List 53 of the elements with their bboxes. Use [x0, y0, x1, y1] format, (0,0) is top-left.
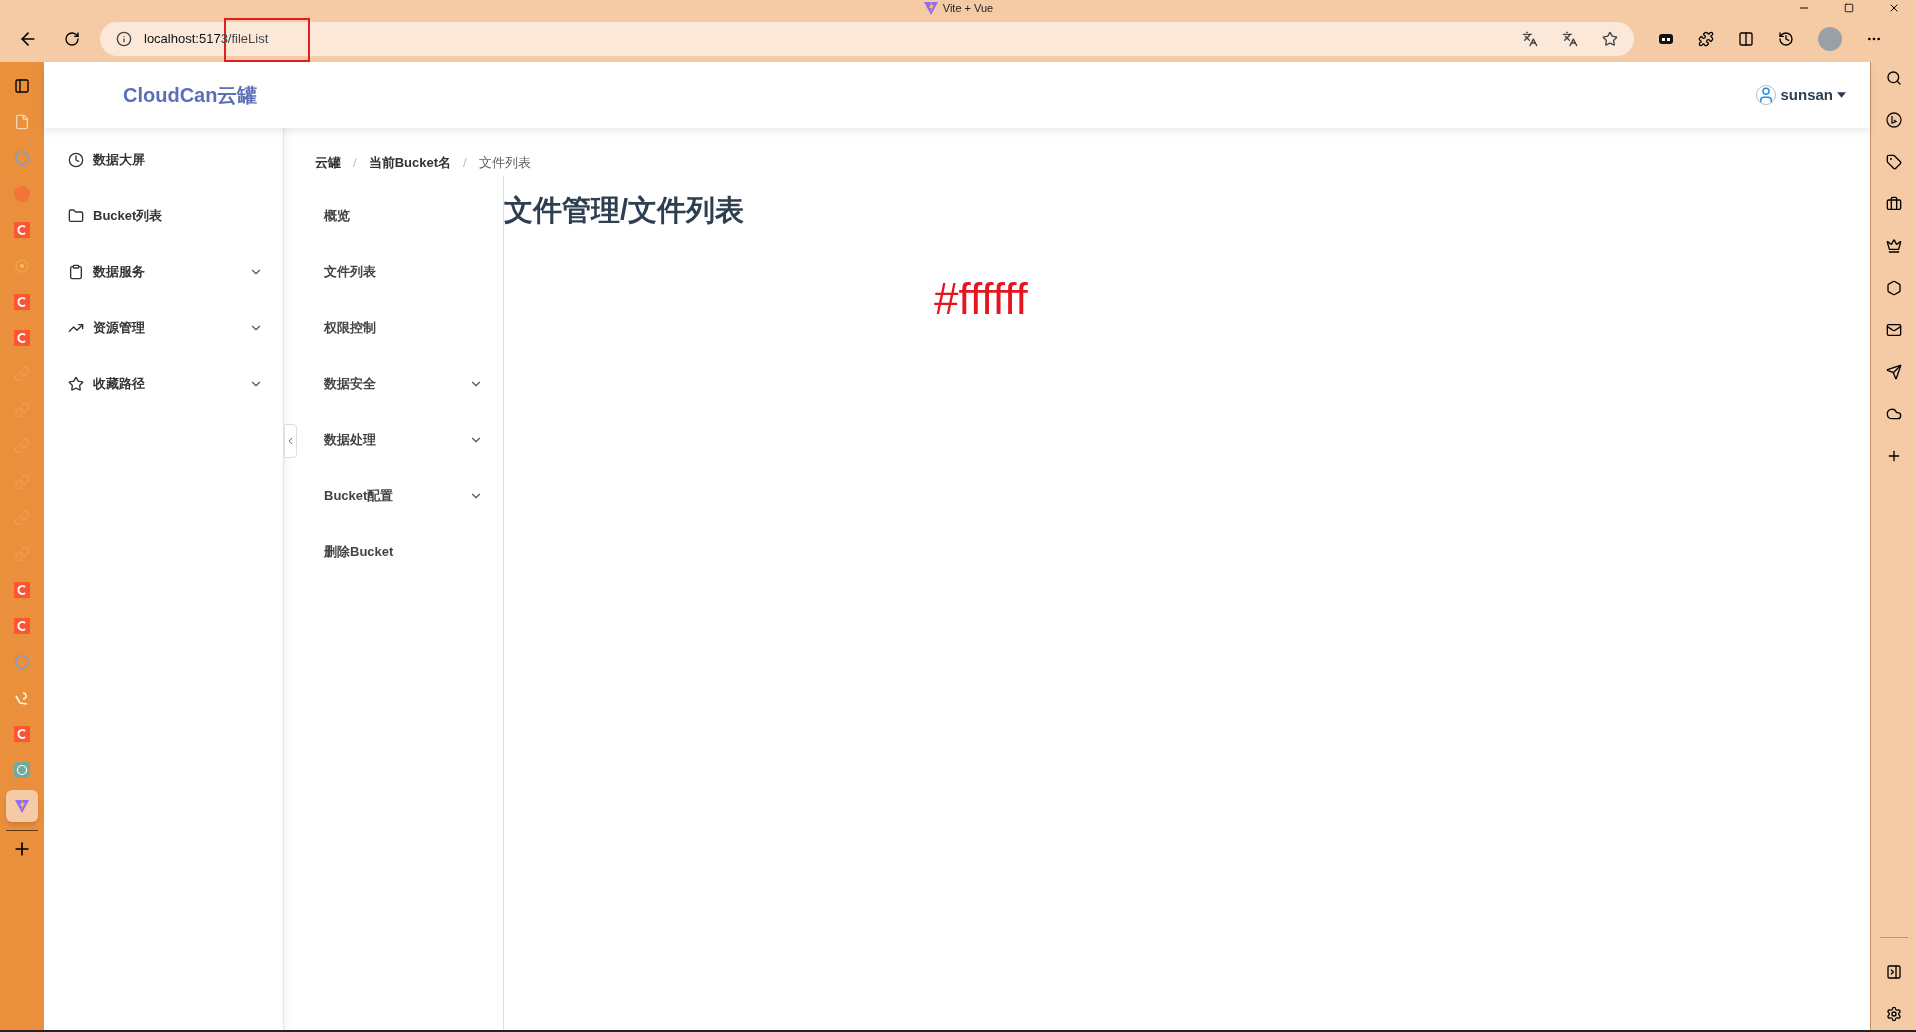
chat-logo-icon[interactable] — [1885, 112, 1902, 128]
c-logo-icon[interactable] — [14, 726, 30, 742]
breadcrumb-item[interactable]: 当前Bucket名 — [368, 153, 451, 173]
sidebar-item[interactable]: 资源管理 — [44, 300, 283, 356]
breadcrumb-item: 文件列表 — [478, 154, 531, 173]
hexagon-icon[interactable] — [1885, 280, 1902, 296]
submenu-item[interactable]: 权限控制 — [298, 300, 503, 356]
sidebar-item[interactable]: Bucket列表 — [44, 188, 283, 244]
submenu-item[interactable]: 删除Bucket — [298, 524, 503, 580]
restore-icon — [1843, 3, 1854, 13]
pie-clock-icon — [68, 152, 84, 168]
sidebar-item[interactable]: 数据大屏 — [44, 132, 283, 188]
breadcrumb-separator: / — [463, 154, 467, 173]
info-icon[interactable] — [116, 31, 132, 47]
extension-icon[interactable] — [1658, 31, 1674, 47]
submenu-item[interactable]: 概览 — [298, 188, 503, 244]
search-icon[interactable] — [1885, 70, 1902, 86]
c-logo-icon[interactable] — [14, 582, 30, 598]
c-logo-icon[interactable] — [14, 330, 30, 346]
reload-icon — [64, 31, 80, 47]
submenu-item[interactable]: 数据处理 — [298, 412, 503, 468]
user-menu[interactable]: sunsan — [1756, 83, 1846, 107]
app-logo-text: CloudCan云罐 — [123, 83, 258, 108]
mail-icon[interactable] — [1885, 322, 1902, 338]
send-icon[interactable] — [1885, 364, 1902, 380]
c-logo-icon[interactable] — [14, 222, 30, 238]
briefcase-icon[interactable] — [1885, 196, 1902, 212]
submenu-item[interactable]: Bucket配置 — [298, 468, 503, 524]
clipboard-icon — [68, 264, 84, 280]
caret-icon — [1837, 92, 1846, 98]
translate-icon[interactable] — [1562, 31, 1578, 47]
c-logo-icon[interactable] — [14, 618, 30, 634]
submenu-item[interactable]: 数据安全 — [298, 356, 503, 412]
window-title: Vite + Vue — [942, 0, 994, 16]
star-icon — [68, 376, 84, 392]
settings-icon[interactable] — [1885, 1006, 1902, 1022]
ai-logo-icon[interactable] — [14, 762, 30, 778]
c-logo-icon[interactable] — [14, 294, 30, 310]
breadcrumb-item[interactable]: 云罐 — [315, 153, 341, 173]
folder-icon — [68, 208, 84, 224]
page-heading: 文件管理/文件列表 — [504, 196, 746, 225]
history-icon[interactable] — [1778, 31, 1794, 47]
color-code-text: #ffffff — [934, 277, 1029, 321]
sidebar-item[interactable]: 数据服务 — [44, 244, 283, 300]
split-screen-icon[interactable] — [1738, 31, 1754, 47]
sidebar-item[interactable]: 收藏路径 — [44, 356, 283, 412]
panel-icon[interactable] — [14, 78, 30, 94]
submenu-item[interactable]: 文件列表 — [298, 244, 503, 300]
tag-icon[interactable] — [1885, 154, 1902, 170]
hide-sidebar-icon[interactable] — [1885, 964, 1902, 980]
favorite-icon[interactable] — [1602, 31, 1618, 47]
breadcrumb-separator: / — [353, 154, 357, 173]
extensions-icon[interactable] — [1698, 31, 1714, 47]
